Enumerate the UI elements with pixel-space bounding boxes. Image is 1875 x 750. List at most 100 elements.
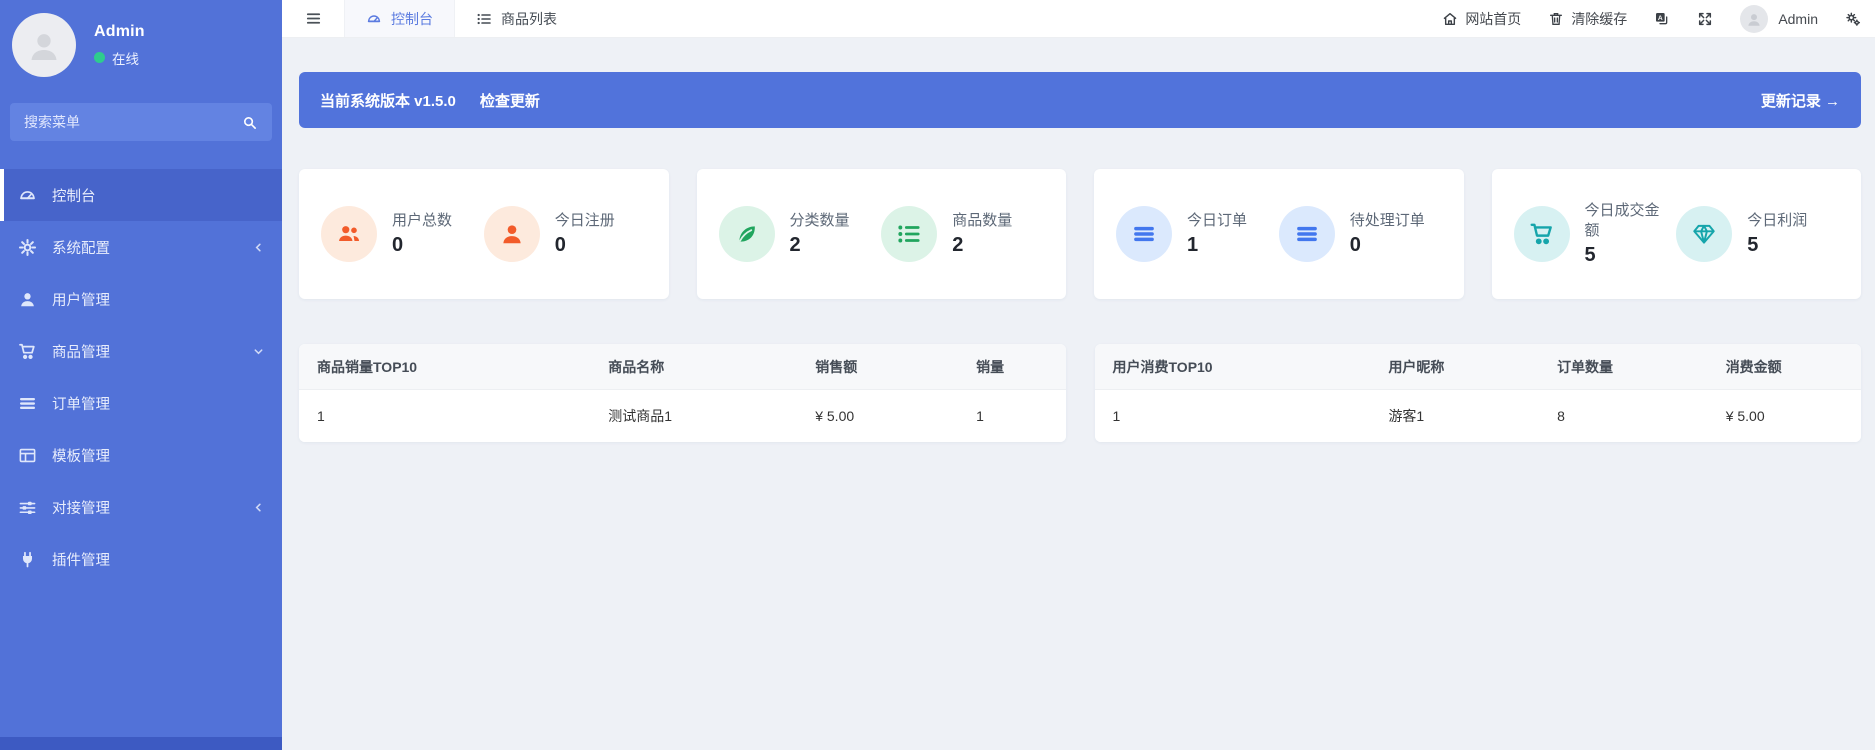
sidebar-item-template-management[interactable]: 模板管理 xyxy=(0,429,282,481)
sidebar-item-product-management[interactable]: 商品管理 xyxy=(0,325,282,377)
table-row[interactable]: 1 游客1 8 ¥ 5.00 xyxy=(1094,390,1861,442)
leaf-icon xyxy=(718,206,775,262)
sidebar-item-label: 商品管理 xyxy=(52,344,110,361)
stat-value: 1 xyxy=(1187,234,1199,257)
version-text: 当前系统版本 v1.5.0 xyxy=(320,92,456,110)
column-header: 商品名称 xyxy=(608,358,665,375)
plug-icon xyxy=(18,550,37,569)
stat-value: 5 xyxy=(1584,244,1596,267)
sidebar-search xyxy=(10,103,272,141)
stat-label: 今日注册 xyxy=(554,211,615,229)
table-row[interactable]: 1 测试商品1 ¥ 5.00 1 xyxy=(299,390,1066,442)
clear-cache-label: 清除缓存 xyxy=(1571,10,1628,27)
list-icon xyxy=(881,206,938,262)
profile-name: Admin xyxy=(94,22,145,40)
stat-value: 2 xyxy=(952,234,964,257)
table-cell: 测试商品1 xyxy=(608,408,673,424)
sidebar-item-plugin-management[interactable]: 插件管理 xyxy=(0,533,282,585)
stat-today-revenue: 今日成交金额 5 xyxy=(1513,201,1677,268)
sidebar-item-dashboard[interactable]: 控制台 xyxy=(0,169,282,221)
stat-total-users: 用户总数 0 xyxy=(321,206,484,262)
product-sales-table: 商品销量TOP10 商品名称 销售额 销量 1 测试商品1 ¥ 5.00 1 xyxy=(299,344,1066,442)
stat-today-registered: 今日注册 0 xyxy=(483,206,647,262)
sidebar-item-order-management[interactable]: 订单管理 xyxy=(0,377,282,429)
table-cell: 1 xyxy=(1112,408,1121,424)
sidebar-item-label: 系统配置 xyxy=(52,240,110,257)
cart-icon xyxy=(18,342,37,361)
sidebar-item-user-management[interactable]: 用户管理 xyxy=(0,273,282,325)
sliders-icon xyxy=(18,498,37,517)
stat-label: 商品数量 xyxy=(952,211,1013,229)
stat-label: 今日利润 xyxy=(1747,211,1808,229)
list-icon xyxy=(476,11,492,27)
tab-product-list[interactable]: 商品列表 xyxy=(455,0,578,37)
gauge-icon xyxy=(366,11,382,27)
fullscreen-button[interactable] xyxy=(1697,11,1713,27)
home-icon xyxy=(1442,11,1458,27)
svg-text:A: A xyxy=(1658,15,1663,22)
stat-label: 今日订单 xyxy=(1187,211,1248,229)
hamburger-menu-icon[interactable] xyxy=(282,0,344,37)
avatar[interactable] xyxy=(12,13,76,77)
table-cell: 8 xyxy=(1557,408,1565,424)
chevron-down-icon xyxy=(253,346,264,357)
sidebar-item-system-config[interactable]: 系统配置 xyxy=(0,221,282,273)
changelog-link[interactable]: 更新记录 → xyxy=(1761,90,1840,111)
cart-icon xyxy=(1513,206,1570,262)
column-header: 销量 xyxy=(976,358,1005,375)
tab-label: 控制台 xyxy=(391,10,433,27)
tab-label: 商品列表 xyxy=(501,10,557,27)
sidebar-item-integration-management[interactable]: 对接管理 xyxy=(0,481,282,533)
stat-value: 0 xyxy=(1349,234,1361,257)
cogs-icon xyxy=(1845,11,1861,27)
column-header: 用户消费TOP10 xyxy=(1112,358,1213,375)
stat-today-orders: 今日订单 1 xyxy=(1116,206,1279,262)
users-icon xyxy=(321,206,377,262)
search-icon xyxy=(242,115,257,130)
column-header: 销售额 xyxy=(815,358,858,375)
profile-status: 在线 xyxy=(94,48,145,68)
site-home-label: 网站首页 xyxy=(1465,10,1522,27)
sidebar-profile: Admin 在线 xyxy=(0,0,282,87)
stat-card-orders: 今日订单 1 待处理订单 0 xyxy=(1094,169,1464,299)
person-icon xyxy=(24,25,64,65)
stat-card-catalog: 分类数量 2 商品数量 2 xyxy=(696,169,1066,299)
stat-label: 分类数量 xyxy=(789,211,850,229)
search-button[interactable] xyxy=(226,103,272,141)
sidebar-item-label: 订单管理 xyxy=(52,396,110,413)
template-icon xyxy=(18,446,37,465)
clear-cache-link[interactable]: 清除缓存 xyxy=(1548,9,1627,29)
stat-card-users: 用户总数 0 今日注册 0 xyxy=(299,169,669,299)
sidebar-item-label: 用户管理 xyxy=(52,292,110,309)
stat-cards: 用户总数 0 今日注册 0 分类数量 2 商品数量 2 今日订单 1 待处理订单… xyxy=(299,169,1861,299)
column-header: 用户昵称 xyxy=(1388,358,1445,375)
stat-value: 5 xyxy=(1747,234,1759,257)
stat-label: 今日成交金额 xyxy=(1584,201,1660,239)
sidebar-item-label: 模板管理 xyxy=(52,448,110,465)
stat-label: 待处理订单 xyxy=(1349,211,1425,229)
translate-icon: A xyxy=(1654,11,1670,27)
check-update-link[interactable]: 检查更新 xyxy=(480,90,540,111)
main-area: 控制台 商品列表 网站首页 清除缓存 A Admin 当前系统版本 v1.5.0… xyxy=(282,0,1875,750)
bars-icon xyxy=(18,394,37,413)
bars-icon xyxy=(1278,206,1335,262)
stat-label: 用户总数 xyxy=(392,211,453,229)
stat-value: 0 xyxy=(392,234,404,257)
table-header-row: 用户消费TOP10 用户昵称 订单数量 消费金额 xyxy=(1094,344,1861,390)
language-button[interactable]: A xyxy=(1654,11,1670,27)
table-cell: 游客1 xyxy=(1388,408,1425,424)
user-icon xyxy=(483,206,540,262)
user-name-label: Admin xyxy=(1778,10,1818,27)
sidebar-menu: 控制台 系统配置 用户管理 商品管理 订单管理 模板管理 对接管理 插件管理 xyxy=(0,169,282,585)
column-header: 消费金额 xyxy=(1725,358,1782,375)
site-home-link[interactable]: 网站首页 xyxy=(1442,9,1521,29)
page-content: 当前系统版本 v1.5.0 检查更新 更新记录 → 用户总数 0 今日注册 0 … xyxy=(282,38,1875,442)
tab-dashboard[interactable]: 控制台 xyxy=(344,0,455,37)
stat-value: 0 xyxy=(554,234,566,257)
table-cell: 1 xyxy=(317,408,325,424)
settings-button[interactable] xyxy=(1845,11,1861,27)
search-input[interactable] xyxy=(10,103,226,141)
sidebar-item-label: 对接管理 xyxy=(52,500,110,517)
user-menu[interactable]: Admin xyxy=(1740,4,1818,33)
gear-icon xyxy=(18,238,37,257)
